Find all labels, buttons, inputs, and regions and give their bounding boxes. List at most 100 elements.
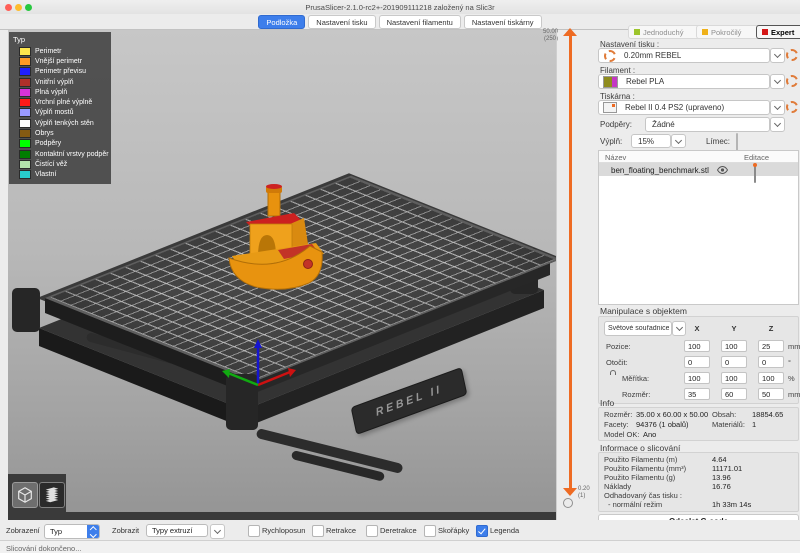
brim-label: Límec: bbox=[706, 137, 730, 146]
chevron-down-icon bbox=[214, 527, 221, 534]
legend-swatch bbox=[19, 78, 31, 87]
chevron-down-icon bbox=[675, 324, 682, 331]
tab-podlozka[interactable]: Podložka bbox=[258, 15, 305, 29]
scale-z-input[interactable] bbox=[758, 372, 784, 384]
tab-nastaveni-filamentu[interactable]: Nastavení filamentu bbox=[379, 15, 461, 29]
rotate-x-input[interactable] bbox=[684, 356, 710, 368]
legend-swatch bbox=[19, 119, 31, 128]
filament-select[interactable]: Rebel PLA bbox=[598, 74, 770, 89]
travel-checkbox[interactable] bbox=[248, 525, 260, 537]
position-z-input[interactable] bbox=[758, 340, 784, 352]
travel-label: Rychloposun bbox=[262, 526, 305, 535]
tab-nastaveni-tiskarny[interactable]: Nastavení tiskárny bbox=[464, 15, 542, 29]
legend-label: Legenda bbox=[490, 526, 519, 535]
slice-row-value: 13.96 bbox=[712, 473, 731, 482]
slice-row-value: 16.76 bbox=[712, 482, 731, 491]
axis-y-header: Y bbox=[727, 324, 741, 333]
infill-label: Výplň: bbox=[600, 137, 622, 146]
print-settings-gear-button[interactable] bbox=[786, 49, 798, 61]
mode-expert-button[interactable]: Expert bbox=[756, 25, 800, 39]
slider-marker-button[interactable] bbox=[563, 498, 573, 508]
chevron-down-icon bbox=[774, 120, 781, 127]
infill-select[interactable]: 15% bbox=[631, 134, 671, 148]
model-benchy[interactable] bbox=[216, 178, 336, 298]
legend-swatch bbox=[19, 170, 31, 179]
infill-dropdown-button[interactable] bbox=[671, 134, 686, 148]
scale-x-input[interactable] bbox=[684, 372, 710, 384]
view-mode-select[interactable]: Typ bbox=[44, 524, 100, 539]
unretractions-label: Deretrakce bbox=[380, 526, 417, 535]
position-unit: mm bbox=[788, 342, 800, 351]
mode-simple-button[interactable]: Jednoduchý bbox=[628, 25, 702, 39]
legend-checkbox[interactable] bbox=[476, 525, 488, 537]
view-3d-button[interactable] bbox=[12, 482, 38, 508]
axes-indicator bbox=[222, 335, 297, 397]
supports-dropdown-button[interactable] bbox=[770, 117, 785, 132]
legend-item: Vnitřní výplň bbox=[13, 77, 107, 87]
layer-slider[interactable] bbox=[569, 36, 572, 488]
printer-icon bbox=[603, 102, 617, 113]
legend-swatch bbox=[19, 98, 31, 107]
viewport-3d[interactable]: REBEL II Typ Perimetr bbox=[8, 30, 556, 520]
position-label: Pozice: bbox=[606, 342, 631, 351]
advanced-mode-icon bbox=[702, 29, 708, 35]
object-filename: ben_floating_benchmark.stl bbox=[611, 166, 709, 175]
eye-icon[interactable] bbox=[717, 166, 728, 174]
chevron-down-icon bbox=[675, 136, 682, 143]
stepper-icon bbox=[87, 525, 99, 538]
scale-y-input[interactable] bbox=[721, 372, 747, 384]
size-x-input[interactable] bbox=[684, 388, 710, 400]
slider-top-handle[interactable] bbox=[563, 28, 577, 36]
printer-leg-left bbox=[12, 288, 40, 332]
object-row[interactable]: ben_floating_benchmark.stl bbox=[599, 163, 798, 176]
legend-item: Čistící věž bbox=[13, 159, 107, 169]
coordinates-select[interactable]: Světové souřadnice bbox=[604, 321, 672, 336]
coordinates-dropdown-button[interactable] bbox=[672, 321, 686, 336]
tab-nastaveni-tisku[interactable]: Nastavení tisku bbox=[308, 15, 375, 29]
legend-item: Obrys bbox=[13, 128, 107, 138]
shells-checkbox[interactable] bbox=[424, 525, 436, 537]
unretractions-checkbox[interactable] bbox=[366, 525, 378, 537]
filament-dropdown-button[interactable] bbox=[770, 74, 785, 89]
object-list-header: Název Editace bbox=[599, 151, 798, 163]
supports-select[interactable]: Žádné bbox=[645, 117, 770, 132]
mode-advanced-button[interactable]: Pokročilý bbox=[696, 25, 762, 39]
view-layers-button[interactable] bbox=[39, 482, 65, 508]
slice-row-label: Náklady bbox=[604, 482, 631, 491]
legend-item: Perimetr převisu bbox=[13, 67, 107, 77]
filament-gear-button[interactable] bbox=[786, 75, 798, 87]
sidebar-divider bbox=[556, 30, 557, 540]
scale-unit: % bbox=[788, 374, 795, 383]
rotate-z-input[interactable] bbox=[758, 356, 784, 368]
legend-item: Perimetr bbox=[13, 46, 107, 56]
printer-dropdown-button[interactable] bbox=[770, 100, 785, 115]
size-z-input[interactable] bbox=[758, 388, 784, 400]
chevron-down-icon bbox=[774, 103, 781, 110]
print-settings-select[interactable]: 0.20mm REBEL bbox=[598, 48, 770, 63]
rotate-y-input[interactable] bbox=[721, 356, 747, 368]
show-label: Zobrazit bbox=[112, 526, 139, 535]
show-features-select[interactable]: Typy extruzí bbox=[146, 524, 208, 537]
position-x-input[interactable] bbox=[684, 340, 710, 352]
info-materials-value: 1 bbox=[752, 420, 756, 429]
legend-swatch bbox=[19, 108, 31, 117]
gear-icon bbox=[786, 75, 798, 87]
slider-bottom-handle[interactable] bbox=[563, 488, 577, 496]
manipulation-title: Manipulace s objektem bbox=[600, 306, 687, 316]
viewport-bottom-bar bbox=[8, 512, 556, 520]
legend-item: Vrchní plné výplně bbox=[13, 97, 107, 107]
slice-row-label: Použito Filamentu (g) bbox=[604, 473, 675, 482]
size-y-input[interactable] bbox=[721, 388, 747, 400]
gear-icon bbox=[786, 49, 798, 61]
slice-row-label: - normální režim bbox=[608, 500, 662, 509]
edit-object-icon[interactable] bbox=[754, 164, 756, 183]
slice-row-label: Použito Filamentu (mm³) bbox=[604, 464, 686, 473]
column-name: Název bbox=[605, 153, 626, 162]
printer-gear-button[interactable] bbox=[786, 101, 798, 113]
print-settings-dropdown-button[interactable] bbox=[770, 48, 785, 63]
info-materials-label: Materiálů: bbox=[712, 420, 745, 429]
position-y-input[interactable] bbox=[721, 340, 747, 352]
show-features-dropdown-button[interactable] bbox=[210, 524, 225, 539]
retractions-checkbox[interactable] bbox=[312, 525, 324, 537]
printer-select[interactable]: Rebel II 0.4 PS2 (upraveno) bbox=[598, 100, 770, 115]
